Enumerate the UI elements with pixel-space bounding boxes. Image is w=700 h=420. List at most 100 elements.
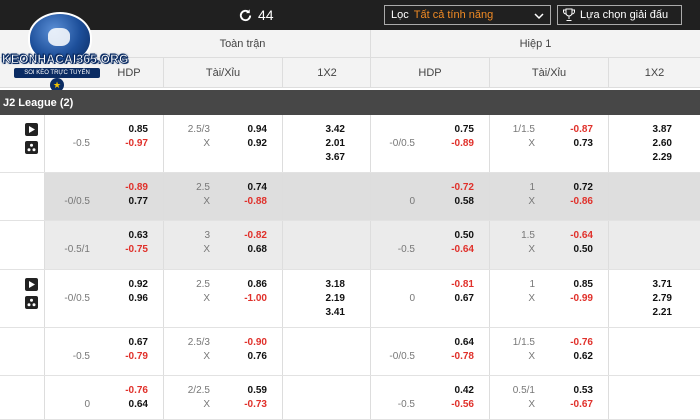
odds-value[interactable]: 0.53 bbox=[553, 385, 593, 397]
odds-value[interactable]: 0.86 bbox=[227, 279, 267, 291]
row-side-panel bbox=[0, 221, 45, 269]
divider bbox=[282, 115, 283, 172]
odds-value[interactable]: -0.89 bbox=[108, 182, 148, 194]
play-icon[interactable] bbox=[25, 123, 38, 136]
odds-value[interactable]: 0.92 bbox=[227, 138, 267, 150]
odds-value[interactable]: 3.71 bbox=[632, 279, 672, 291]
odds-value[interactable]: 3.87 bbox=[632, 124, 672, 136]
draw-label: X bbox=[528, 293, 535, 304]
stats-icon[interactable] bbox=[25, 296, 38, 309]
odds-value[interactable]: 2.19 bbox=[305, 293, 345, 305]
odds-value[interactable]: 3.67 bbox=[305, 152, 345, 164]
odds-value[interactable]: -0.81 bbox=[434, 279, 474, 291]
table-row: -0.5/1 0.63 -0.75 3 X -0.82 0.68 -0.5 0.50 -0.64 1… bbox=[0, 221, 700, 270]
divider bbox=[370, 221, 371, 269]
header-h1-1x2: 1X2 bbox=[644, 66, 665, 79]
divider bbox=[370, 173, 371, 220]
odds-value[interactable]: 0.63 bbox=[108, 230, 148, 242]
draw-label: X bbox=[528, 196, 535, 207]
refresh-button[interactable]: 44 bbox=[238, 5, 274, 25]
odds-value[interactable]: 0.85 bbox=[108, 124, 148, 136]
odds-value[interactable]: 0.68 bbox=[227, 244, 267, 256]
table-row: -0/0.5 -0.89 0.77 2.5 X 0.74 -0.88 0 -0.72 0.58 1 X… bbox=[0, 173, 700, 221]
odds-value[interactable]: 3.18 bbox=[305, 279, 345, 291]
odds-value[interactable]: 0.72 bbox=[553, 182, 593, 194]
odds-value[interactable]: 0.64 bbox=[434, 337, 474, 349]
league-select-button[interactable]: Lựa chọn giải đấu bbox=[557, 5, 682, 25]
handicap-line: -0.5 bbox=[397, 244, 415, 255]
odds-value[interactable]: -0.97 bbox=[108, 138, 148, 150]
odds-value[interactable]: 0.50 bbox=[434, 230, 474, 242]
odds-value[interactable]: -0.79 bbox=[108, 351, 148, 363]
league-header[interactable]: J2 League (2) bbox=[0, 90, 700, 115]
odds-value[interactable]: 0.58 bbox=[434, 196, 474, 208]
odds-value[interactable]: -0.87 bbox=[553, 124, 593, 136]
odds-value[interactable]: 2.29 bbox=[632, 152, 672, 164]
logo-name: KEONHACAI365.ORG bbox=[2, 52, 129, 67]
odds-value[interactable]: -0.56 bbox=[434, 399, 474, 411]
odds-value[interactable]: -0.88 bbox=[227, 196, 267, 208]
odds-value[interactable]: 0.96 bbox=[108, 293, 148, 305]
handicap-line: 1/1.5 bbox=[512, 124, 535, 135]
odds-value[interactable]: 2.60 bbox=[632, 138, 672, 150]
odds-value[interactable]: -0.64 bbox=[553, 230, 593, 242]
divider bbox=[608, 270, 609, 327]
odds-value[interactable]: -0.82 bbox=[227, 230, 267, 242]
odds-value[interactable]: -0.78 bbox=[434, 351, 474, 363]
odds-value[interactable]: 0.64 bbox=[108, 399, 148, 411]
odds-value[interactable]: 0.77 bbox=[108, 196, 148, 208]
odds-value[interactable]: 0.76 bbox=[227, 351, 267, 363]
stats-icon[interactable] bbox=[25, 141, 38, 154]
odds-value[interactable]: 0.67 bbox=[434, 293, 474, 305]
play-icon[interactable] bbox=[25, 278, 38, 291]
logo-tagline: SOI KÈO TRỰC TUYẾN bbox=[14, 68, 100, 78]
odds-value[interactable]: 2.21 bbox=[632, 307, 672, 319]
divider bbox=[282, 173, 283, 220]
table-row: -0.5 0.85 -0.97 2.5/3 X 0.94 0.92 3.42 2.01 3.67 -… bbox=[0, 115, 700, 173]
odds-value[interactable]: -0.99 bbox=[553, 293, 593, 305]
odds-value[interactable]: 0.50 bbox=[553, 244, 593, 256]
odds-value[interactable]: -0.72 bbox=[434, 182, 474, 194]
odds-value[interactable]: 0.74 bbox=[227, 182, 267, 194]
divider bbox=[163, 376, 164, 419]
odds-value[interactable]: 0.59 bbox=[227, 385, 267, 397]
header-h1-ou: Tài/Xỉu bbox=[531, 66, 567, 79]
handicap-line: 2.5 bbox=[196, 279, 210, 290]
handicap-line: 2.5/3 bbox=[187, 124, 210, 135]
odds-value[interactable]: 2.79 bbox=[632, 293, 672, 305]
odds-value[interactable]: 3.41 bbox=[305, 307, 345, 319]
odds-value[interactable]: -0.86 bbox=[553, 196, 593, 208]
odds-value[interactable]: -0.73 bbox=[227, 399, 267, 411]
odds-value[interactable]: 0.94 bbox=[227, 124, 267, 136]
odds-value[interactable]: 0.73 bbox=[553, 138, 593, 150]
handicap-line: 2.5 bbox=[196, 182, 210, 193]
row-side-panel bbox=[0, 376, 45, 419]
odds-value[interactable]: 2.01 bbox=[305, 138, 345, 150]
odds-value[interactable]: 0.67 bbox=[108, 337, 148, 349]
header-full-time: Toàn trận bbox=[219, 37, 266, 50]
odds-value[interactable]: 0.62 bbox=[553, 351, 593, 363]
handicap-line: -0.5 bbox=[397, 399, 415, 410]
odds-value[interactable]: -0.76 bbox=[108, 385, 148, 397]
divider bbox=[370, 328, 371, 375]
odds-value[interactable]: -0.67 bbox=[553, 399, 593, 411]
divider bbox=[163, 328, 164, 375]
odds-value[interactable]: 0.85 bbox=[553, 279, 593, 291]
divider bbox=[370, 270, 371, 327]
odds-value[interactable]: -0.64 bbox=[434, 244, 474, 256]
odds-value[interactable]: -1.00 bbox=[227, 293, 267, 305]
divider bbox=[608, 173, 609, 220]
divider bbox=[163, 221, 164, 269]
odds-value[interactable]: -0.75 bbox=[108, 244, 148, 256]
filter-select[interactable]: Lọc Tất cả tính năng bbox=[384, 5, 551, 25]
handicap-line: 3 bbox=[204, 230, 210, 241]
odds-value[interactable]: 3.42 bbox=[305, 124, 345, 136]
odds-value[interactable]: 0.75 bbox=[434, 124, 474, 136]
odds-value[interactable]: -0.89 bbox=[434, 138, 474, 150]
odds-value[interactable]: -0.90 bbox=[227, 337, 267, 349]
odds-value[interactable]: 0.92 bbox=[108, 279, 148, 291]
odds-value[interactable]: 0.42 bbox=[434, 385, 474, 397]
divider bbox=[282, 221, 283, 269]
odds-value[interactable]: -0.76 bbox=[553, 337, 593, 349]
draw-label: X bbox=[528, 351, 535, 362]
